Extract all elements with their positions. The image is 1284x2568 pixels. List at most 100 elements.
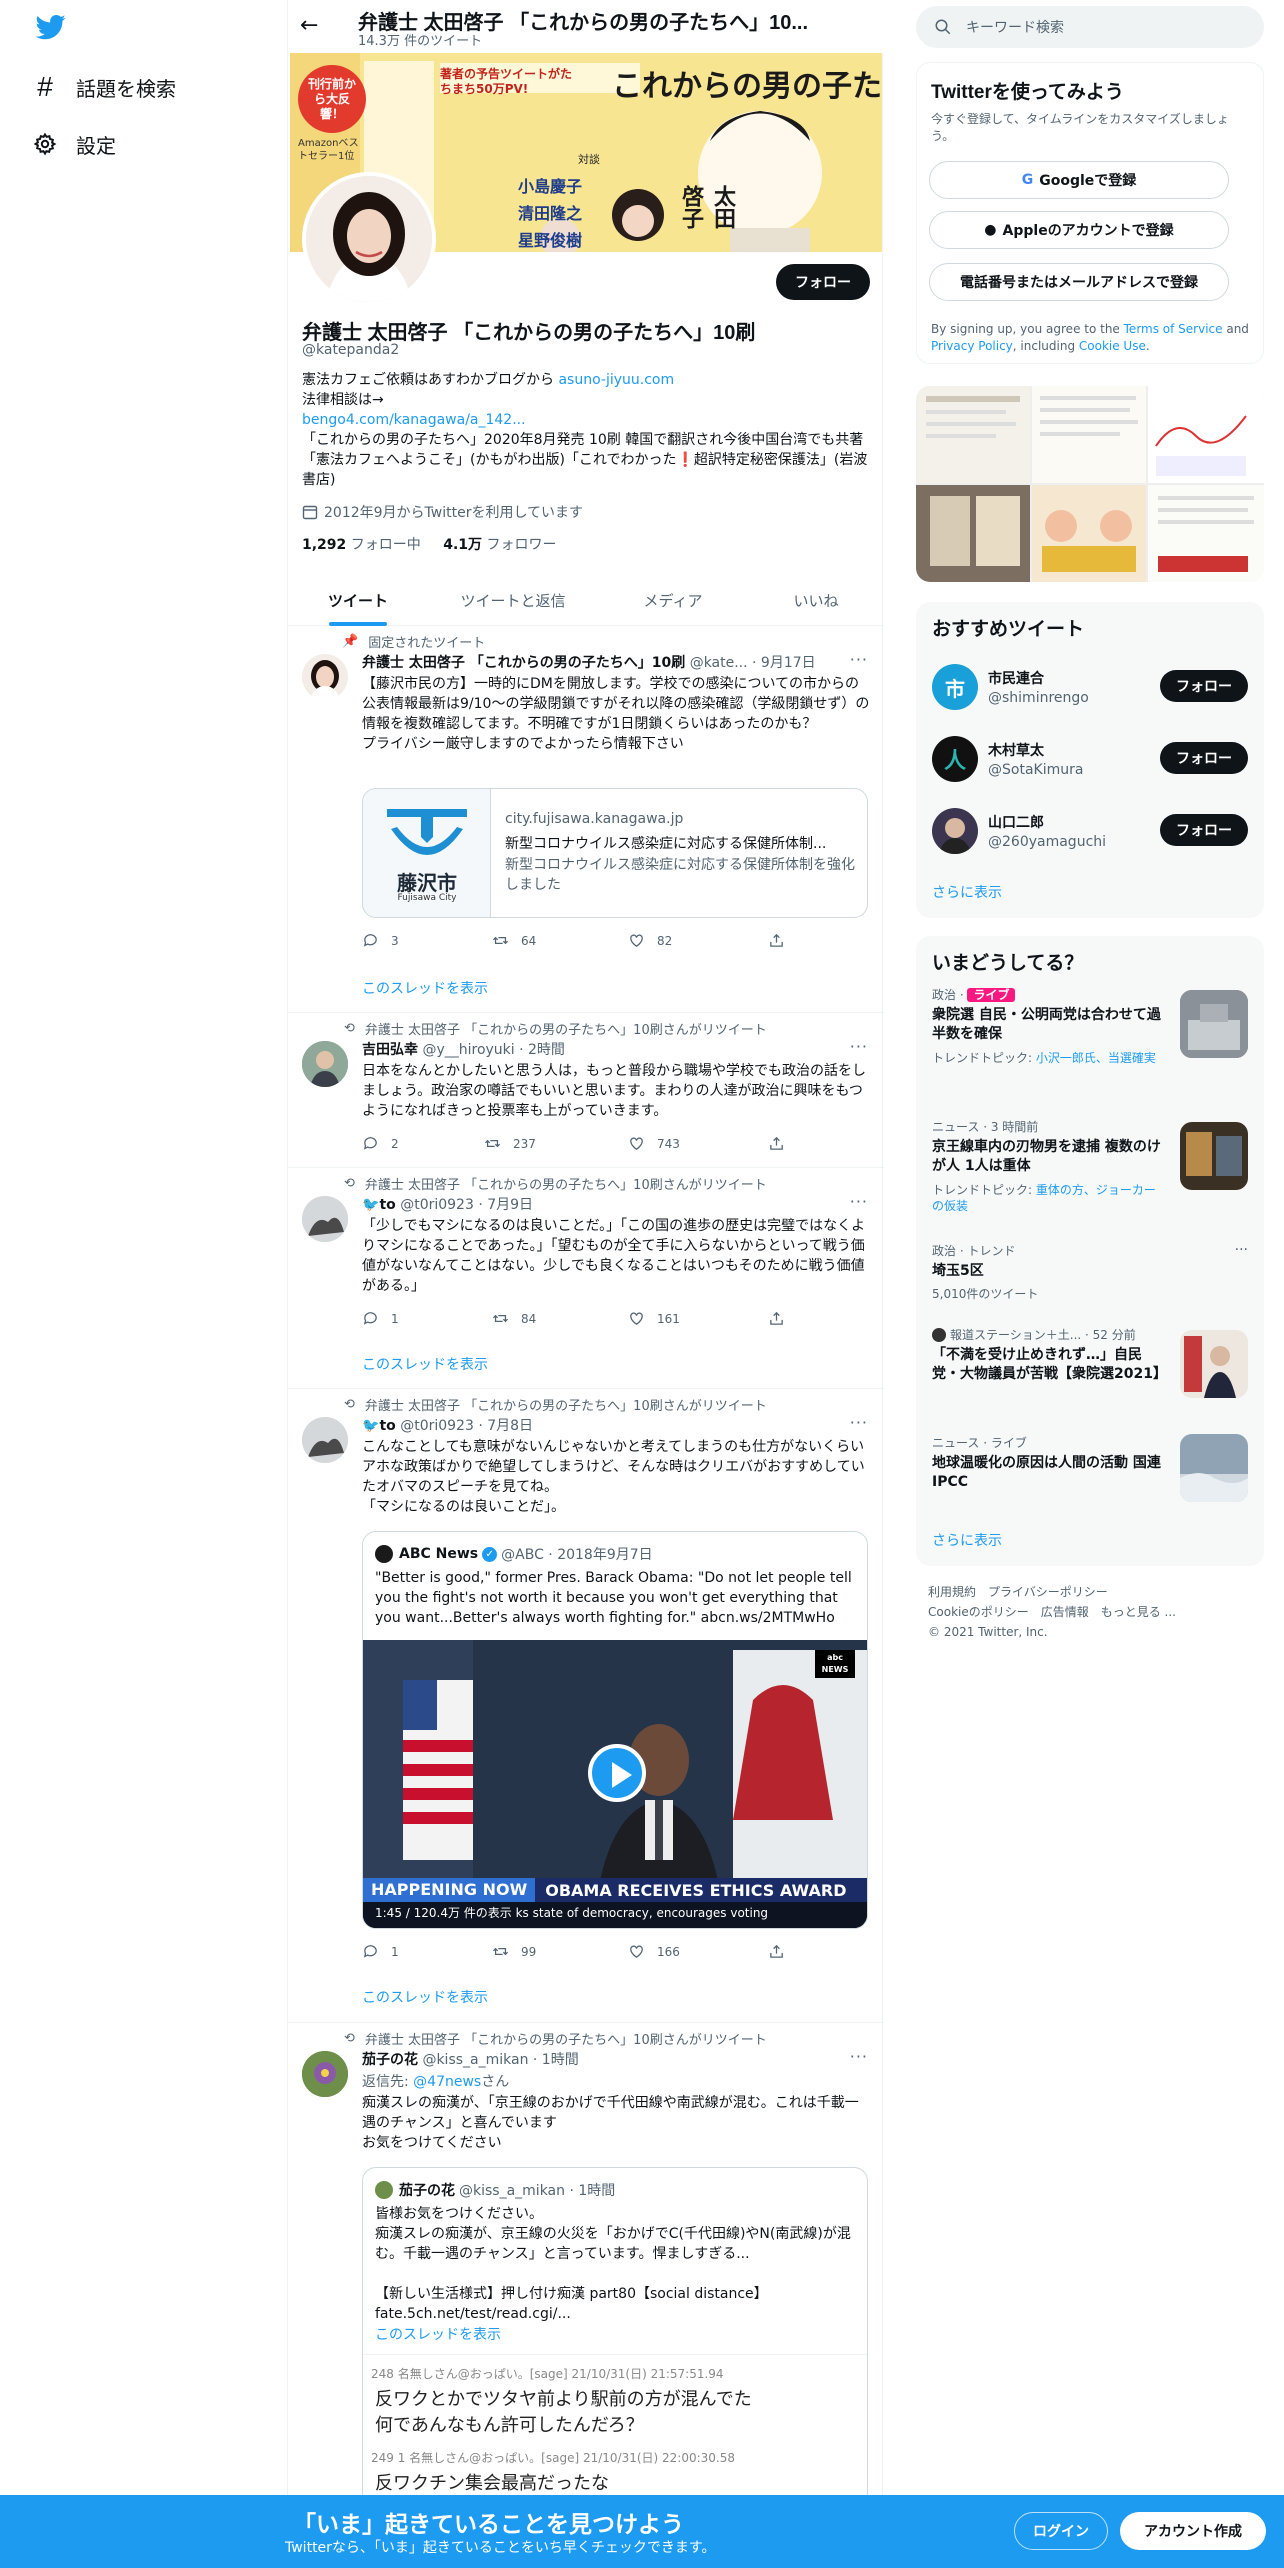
show-thread-link[interactable]: このスレッドを表示: [362, 978, 488, 998]
trend-item[interactable]: 報道ステーション＋土... · 52 分前 「不満を受け止めきれず…」自民党・大…: [916, 1326, 1264, 1426]
tweet-handle-date[interactable]: @y__hiroyuki · 2時間: [422, 1042, 564, 1058]
trend-item[interactable]: 政治 · トレンド 埼玉5区 5,010件のツイート ···: [916, 1242, 1264, 1312]
like-button[interactable]: 166: [628, 1943, 680, 1960]
follow-user-button[interactable]: フォロー: [1160, 742, 1248, 774]
tab-likes[interactable]: いいね: [748, 574, 884, 626]
cookie-link[interactable]: Cookie Use: [1079, 339, 1146, 353]
back-arrow-icon[interactable]: ←: [300, 14, 318, 38]
retweet-button[interactable]: 99: [492, 1943, 536, 1960]
tweet-more-icon[interactable]: ···: [850, 650, 868, 669]
recommend-show-more[interactable]: さらに表示: [932, 882, 1002, 902]
profile-avatar[interactable]: [302, 172, 436, 306]
footer-line-2[interactable]: Cookieのポリシー 広告情報 もっと見る ...: [928, 1602, 1268, 1622]
tweet-retweet-4[interactable]: ⟲ 弁護士 太田啓子 「これからの男の子たちへ」10刷さんがリツイート 茄子の花 …: [288, 2023, 884, 2568]
tweet-avatar[interactable]: [302, 1196, 348, 1242]
tweet-handle-date[interactable]: @kiss_a_mikan · 1時間: [422, 2052, 578, 2068]
tweet-retweet-1[interactable]: ⟲ 弁護士 太田啓子 「これからの男の子たちへ」10刷さんがリツイート 吉田弘幸 …: [288, 1013, 884, 1168]
tweet-more-icon[interactable]: ···: [850, 1413, 868, 1432]
tab-media[interactable]: メディア: [598, 574, 748, 626]
tweet-handle-date[interactable]: @kate... · 9月17日: [690, 655, 816, 671]
like-button[interactable]: 743: [628, 1135, 680, 1152]
trend-item[interactable]: ニュース · ライブ 地球温暖化の原因は人間の活動 国連IPCC: [916, 1434, 1264, 1514]
retweet-icon: [492, 936, 509, 945]
share-button[interactable]: [768, 1943, 797, 1960]
terms-link[interactable]: Terms of Service: [1124, 322, 1223, 336]
follow-user-button[interactable]: フォロー: [1160, 814, 1248, 846]
footer-line-1[interactable]: 利用規約 プライバシーポリシー: [928, 1582, 1268, 1602]
suggested-user[interactable]: 山口二郎 @260yamaguchi フォロー: [916, 794, 1264, 866]
google-signup-button[interactable]: G Googleで登録: [929, 161, 1229, 199]
suggested-user[interactable]: 市 市民連合 @shiminrengo フォロー: [916, 650, 1264, 722]
phone-signup-button[interactable]: 電話番号またはメールアドレスで登録: [929, 263, 1229, 301]
trend-thumbnail: [1180, 1122, 1248, 1190]
reply-button[interactable]: 3: [362, 932, 399, 949]
tweet-author-name[interactable]: to: [379, 1197, 395, 1213]
create-account-button[interactable]: アカウント作成: [1120, 2512, 1266, 2550]
bio-link-bengo4[interactable]: bengo4.com/kanagawa/a_142...: [302, 412, 526, 428]
share-icon: [770, 1944, 783, 1958]
tweet-avatar[interactable]: [302, 654, 348, 700]
show-thread-link[interactable]: このスレッドを表示: [362, 1987, 488, 2007]
tweet-more-icon[interactable]: ···: [850, 2047, 868, 2066]
tweet-retweet-2[interactable]: ⟲ 弁護士 太田啓子 「これからの男の子たちへ」10刷さんがリツイート 🐦to @…: [288, 1168, 884, 1389]
trend-more-icon[interactable]: ···: [1235, 1242, 1248, 1258]
tweet-avatar[interactable]: [302, 2051, 348, 2097]
like-button[interactable]: 161: [628, 1310, 680, 1327]
suggested-user[interactable]: 人 木村草太 @SotaKimura フォロー: [916, 722, 1264, 794]
quoted-text: "Better is good," former Pres. Barack Ob…: [375, 1570, 852, 1626]
tweet-author-name[interactable]: to: [379, 1418, 395, 1434]
login-button[interactable]: ログイン: [1014, 2512, 1108, 2550]
twitter-logo-icon[interactable]: [34, 12, 68, 42]
tweet-author-name[interactable]: 弁護士 太田啓子 「これからの男の子たちへ」10刷: [362, 655, 685, 671]
nav-settings[interactable]: 設定: [32, 124, 116, 164]
retweet-button[interactable]: 237: [484, 1135, 536, 1152]
trends-show-more[interactable]: さらに表示: [932, 1530, 1002, 1550]
retweet-small-icon: ⟲: [344, 1397, 355, 1412]
tweet-handle-date[interactable]: @t0ri0923 · 7月9日: [400, 1197, 533, 1213]
tweet-avatar[interactable]: [302, 1417, 348, 1463]
retweet-button[interactable]: 64: [492, 932, 536, 949]
trend-item[interactable]: ニュース · 3 時間前 京王線車内の刃物男を逮捕 複数のけが人 1人は重体 ト…: [916, 1118, 1264, 1228]
trend-item[interactable]: 政治 · ライブ 衆院選 自民・公明両党は合わせて過半数を確保 トレンドトピック…: [916, 986, 1264, 1106]
tweet-author-name[interactable]: 茄子の花: [362, 2052, 418, 2068]
retweet-button[interactable]: 84: [492, 1310, 536, 1327]
reply-to-link[interactable]: @47news: [413, 2074, 481, 2090]
followers-link[interactable]: 4.1万 フォロワー: [443, 537, 556, 553]
follow-user-button[interactable]: フォロー: [1160, 670, 1248, 702]
tweet-handle-date[interactable]: @t0ri0923 · 7月8日: [400, 1418, 533, 1434]
like-button[interactable]: 82: [628, 932, 672, 949]
share-button[interactable]: [768, 1310, 797, 1327]
media-grid[interactable]: [916, 386, 1264, 582]
tweet-pinned[interactable]: 📌 固定されたツイート 弁護士 太田啓子 「これからの男の子たちへ」10刷 @ka…: [288, 626, 884, 1013]
quoted-tweet[interactable]: ABC News ✓ @ABC · 2018年9月7日 "Better is g…: [362, 1531, 868, 1929]
bio-link-asuno[interactable]: asuno-jiyuu.com: [558, 372, 674, 388]
nav-explore[interactable]: # 話題を検索: [32, 67, 176, 107]
tab-tweets[interactable]: ツイート: [288, 574, 428, 626]
link-card[interactable]: 藤沢市 Fujisawa City city.fujisawa.kanagawa…: [362, 788, 868, 918]
show-thread-link[interactable]: このスレッドを表示: [362, 1354, 488, 1374]
following-link[interactable]: 1,292 フォロー中: [302, 537, 421, 553]
reply-button[interactable]: 2: [362, 1135, 399, 1152]
trend-sub-pre: 5,010件のツイート: [932, 1287, 1039, 1301]
tweet-retweet-3[interactable]: ⟲ 弁護士 太田啓子 「これからの男の子たちへ」10刷さんがリツイート 🐦to @…: [288, 1389, 884, 2023]
tweet-more-icon[interactable]: ···: [850, 1192, 868, 1211]
share-button[interactable]: [768, 1135, 797, 1152]
share-button[interactable]: [768, 932, 797, 949]
trend-sub-link[interactable]: 小沢一郎氏、当選確実: [1036, 1051, 1156, 1065]
signup-terms: By signing up, you agree to the Terms of…: [931, 321, 1253, 355]
privacy-link[interactable]: Privacy Policy: [931, 339, 1013, 353]
search-input[interactable]: キーワード検索: [916, 6, 1264, 48]
tweet-author-name[interactable]: 吉田弘幸: [362, 1042, 418, 1058]
tab-tweets-replies[interactable]: ツイートと返信: [428, 574, 598, 626]
video-banner-label: HAPPENING NOW: [363, 1878, 536, 1902]
quoted-show-thread[interactable]: このスレッドを表示: [375, 2324, 501, 2344]
apple-signup-button[interactable]: ● Appleのアカウントで登録: [929, 211, 1229, 249]
tweet-more-icon[interactable]: ···: [850, 1037, 868, 1056]
reply-button[interactable]: 1: [362, 1310, 399, 1327]
video-player[interactable]: abc NEWS HAPPENING NOW OBAMA RECEIVES ET…: [363, 1640, 867, 1928]
play-button-icon[interactable]: [588, 1744, 646, 1802]
reply-button[interactable]: 1: [362, 1943, 399, 1960]
follow-button[interactable]: フォロー: [776, 264, 870, 300]
banner-guest-3: 星野俊樹: [518, 231, 583, 250]
tweet-avatar[interactable]: [302, 1041, 348, 1087]
